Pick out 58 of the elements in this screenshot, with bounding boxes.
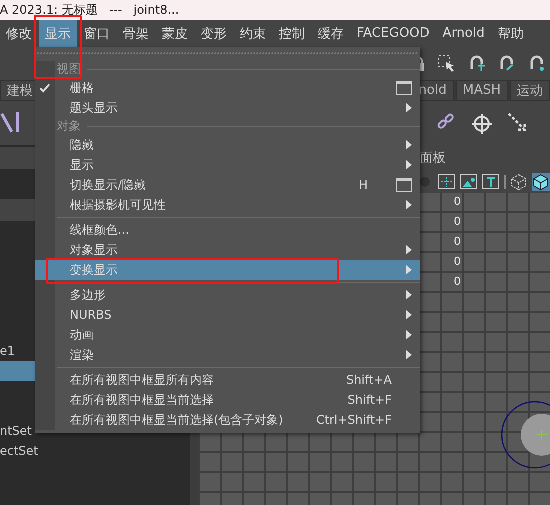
menu-item[interactable]: 题头显示 xyxy=(35,98,420,118)
shelf-tab[interactable]: 运动 xyxy=(510,80,550,101)
menu-item[interactable]: 在所有视图中框显所有内容 Shift+A xyxy=(35,370,420,390)
hud-value: 0 xyxy=(454,215,461,230)
menu-item-label: 在所有视图中框显当前选择(包含子对象) xyxy=(69,412,284,428)
menu-item[interactable]: 线框颜色... xyxy=(35,220,420,240)
hud-value: 0 xyxy=(454,255,461,270)
menu-item-label: 切换显示/隐藏 xyxy=(69,176,146,194)
menu-item-label: 动画 xyxy=(69,326,94,344)
shelf-tab[interactable]: MASH xyxy=(456,80,508,101)
menu-item-label: 在所有视图中框显所有内容 xyxy=(69,372,214,388)
hud-value: 0 xyxy=(454,275,461,290)
menu-item[interactable]: 根据摄影机可见性 xyxy=(35,195,420,215)
menu-item[interactable]: 切换显示/隐藏 H xyxy=(35,175,420,195)
menu-item-label: 在所有视图中框显当前选择 xyxy=(69,392,214,408)
outliner-row[interactable]: ectSet xyxy=(0,441,190,461)
hud-value: 0 xyxy=(454,235,461,250)
menu-item[interactable]: NURBS xyxy=(35,305,420,325)
menu-bar-item[interactable]: 蒙皮 xyxy=(156,20,194,47)
menu-bar-item[interactable]: FACEGOOD xyxy=(351,20,436,47)
menu-bar-item[interactable]: 变形 xyxy=(195,20,233,47)
menu-item-label: 线框颜色... xyxy=(69,222,130,238)
menu-item-label: 变换显示 xyxy=(69,262,118,278)
menu-item-label: 渲染 xyxy=(69,346,94,364)
menu-item[interactable]: 对象显示 xyxy=(35,240,420,260)
menu-bar-item[interactable]: 窗口 xyxy=(78,20,116,47)
menu-bar-item[interactable]: 帮助 xyxy=(492,20,530,47)
menu-bar-item[interactable]: 骨架 xyxy=(117,20,155,47)
menu-item-label: 显示 xyxy=(69,156,94,174)
menu-item-label: 根据摄影机可见性 xyxy=(69,196,166,214)
hud-value: 0 xyxy=(454,195,461,210)
menu-item-label: NURBS xyxy=(69,308,112,322)
panel-menu-label[interactable]: 面板 xyxy=(420,149,446,167)
shortcut-text: H xyxy=(358,178,368,192)
shortcut-text: Shift+A xyxy=(346,373,392,387)
menu-bar-item[interactable]: 缓存 xyxy=(312,20,350,47)
menu-item-label: 对象显示 xyxy=(69,242,118,258)
menu-section-label: 对象 xyxy=(57,118,81,135)
menu-item-label: 隐藏 xyxy=(69,136,94,154)
menu-item-label: 栅格 xyxy=(69,80,94,96)
menu-item-label: 多边形 xyxy=(69,286,106,304)
menu-item-label: 题头显示 xyxy=(69,100,118,116)
menu-item[interactable]: 隐藏 xyxy=(35,135,420,155)
menu-item[interactable]: 变换显示 xyxy=(35,260,420,280)
menu-section-label: 视图 xyxy=(57,61,81,78)
menu-bar-item[interactable]: 显示 xyxy=(39,20,77,47)
menu-bar-item[interactable]: 修改 xyxy=(0,20,38,47)
menu-item[interactable]: 动画 xyxy=(35,325,420,345)
menu-item[interactable]: 在所有视图中框显当前选择(包含子对象) Ctrl+Shift+F xyxy=(35,410,420,430)
menu-item[interactable]: 渲染 xyxy=(35,345,420,365)
menu-bar-item[interactable]: 控制 xyxy=(273,20,311,47)
menu-bar-item[interactable]: 约束 xyxy=(234,20,272,47)
menu-item[interactable]: 显示 xyxy=(35,155,420,175)
menu-bar-item[interactable]: Arnold xyxy=(436,20,491,47)
shortcut-text: Shift+F xyxy=(348,393,392,407)
menu-item[interactable]: 在所有视图中框显当前选择 Shift+F xyxy=(35,390,420,410)
menu-item[interactable]: 多边形 xyxy=(35,285,420,305)
shortcut-text: Ctrl+Shift+F xyxy=(316,413,392,427)
